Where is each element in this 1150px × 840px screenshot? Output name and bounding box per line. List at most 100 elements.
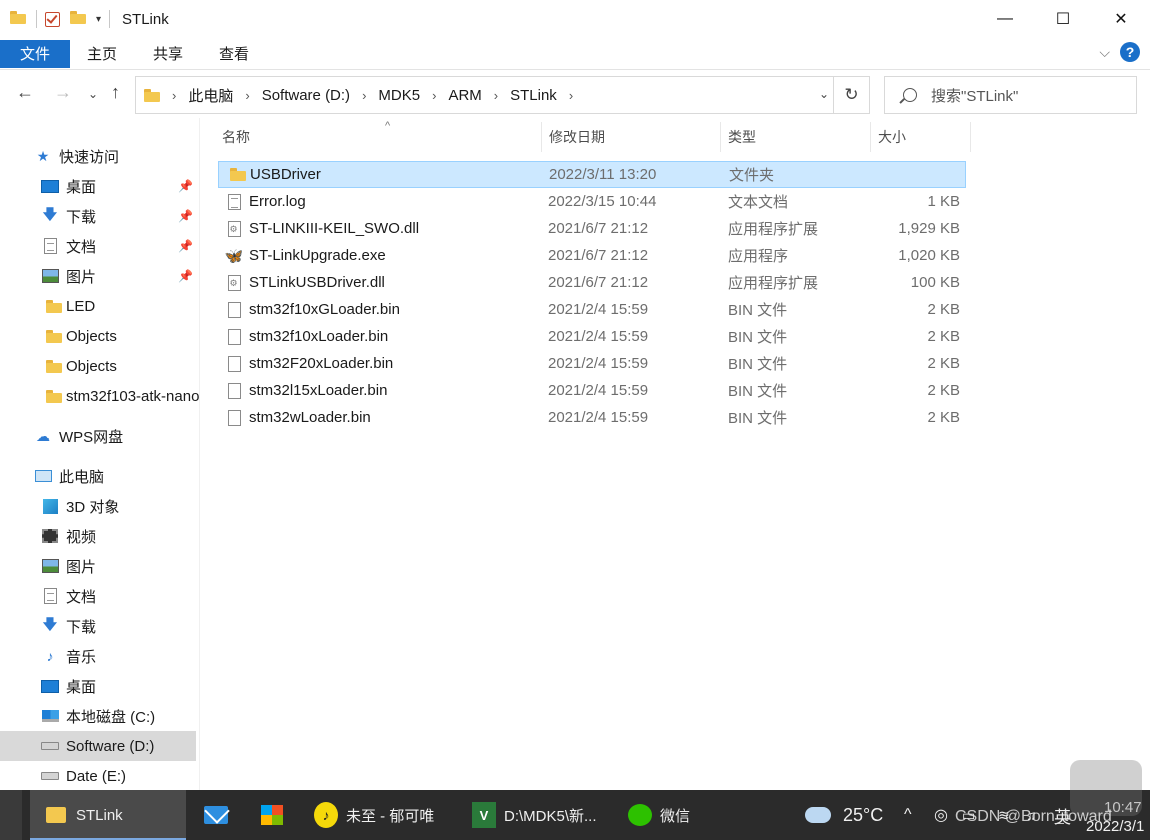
column-header-label: 修改日期 [549,129,605,145]
pin-icon[interactable]: 📌 [178,209,193,223]
sidebar-item-music[interactable]: ♪ 音乐 [0,641,196,671]
customize-dropdown-icon[interactable]: ▾ [96,14,101,25]
breadcrumb-separator-icon[interactable]: › [362,88,366,103]
breadcrumb-item[interactable]: MDK5 [378,87,420,104]
file-row-stm32l15xloader-bin[interactable]: stm32l15xLoader.bin 2021/2/4 15:59 BIN 文… [218,377,966,404]
file-row-stlinkusbdriver-dll[interactable]: STLinkUSBDriver.dll 2021/6/7 21:12 应用程序扩… [218,269,966,296]
sidebar-item-software-d[interactable]: Software (D:) [0,731,196,761]
address-bar[interactable]: › 此电脑 › Software (D:) › MDK5 › ARM › STL… [135,76,870,114]
properties-check-icon[interactable] [45,11,60,27]
file-row-st-linkupgrade-exe[interactable]: 🦋 ST-LinkUpgrade.exe 2021/6/7 21:12 应用程序… [218,242,966,269]
search-box[interactable]: 搜索"STLink" [884,76,1137,114]
sidebar-item-downloads[interactable]: 🡇 下载 [0,611,196,641]
maximize-button[interactable]: ☐ [1034,0,1092,38]
sidebar-item-stm32f103-atk-nano[interactable]: stm32f103-atk-nano [0,381,199,411]
weather-widget[interactable]: 25°C [805,790,883,840]
file-row-error-log[interactable]: Error.log 2022/3/15 10:44 文本文档 1 KB [218,188,966,215]
sidebar-item-documents[interactable]: 文档 [0,581,196,611]
file-type: 文本文档 [728,194,789,211]
file-row-usbdriver[interactable]: USBDriver 2022/3/11 13:20 文件夹 [218,161,966,188]
help-icon[interactable]: ? [1120,42,1140,62]
sidebar-item-3d-objects[interactable]: 3D 对象 [0,491,196,521]
tray-app-icon[interactable]: ◎ [934,790,948,840]
file-type: BIN 文件 [728,302,788,319]
sidebar-item-wps-drive[interactable]: ☁ WPS网盘 [0,421,196,451]
taskbar-app-keil[interactable]: V D:\MDK5\新... [466,790,614,840]
file-row-stm32wloader-bin[interactable]: stm32wLoader.bin 2021/2/4 15:59 BIN 文件 2… [218,404,966,431]
sidebar-item-pictures[interactable]: 图片 📌 [0,261,196,291]
folder-icon[interactable] [10,11,26,27]
sidebar-item-pictures[interactable]: 图片 [0,551,196,581]
breadcrumb-separator-icon[interactable]: › [172,88,176,103]
sidebar-item-label: 图片 [66,558,97,576]
new-folder-icon[interactable] [70,11,86,27]
tab-share[interactable]: 共享 [136,40,200,68]
address-history-chevron-icon[interactable]: ⌄ [819,87,829,101]
column-header-name[interactable]: ^ 名称 [214,120,541,152]
back-arrow-icon[interactable]: ← [16,82,34,103]
breadcrumb-item[interactable]: STLink [510,87,557,104]
sidebar-item-desktop[interactable]: 桌面 📌 [0,171,196,201]
taskbar-app-music[interactable]: ♪ 未至 - 郁可唯 [306,790,458,840]
file-row-stm32f10xgloader-bin[interactable]: stm32f10xGLoader.bin 2021/2/4 15:59 BIN … [218,296,966,323]
breadcrumb-separator-icon[interactable]: › [494,88,498,103]
expand-ribbon-icon[interactable]: ⌵ [1099,44,1110,61]
breadcrumb-item[interactable]: Software (D:) [262,87,350,104]
watermark-text: CSDN @Born_toward [955,808,1112,825]
folder-icon [41,358,62,374]
column-header-size[interactable]: 大小 [870,122,970,152]
file-date: 2021/6/7 21:12 [548,274,649,291]
breadcrumb-separator-icon[interactable]: › [245,88,249,103]
sidebar-item-desktop[interactable]: 桌面 [0,671,196,701]
sidebar-item-downloads[interactable]: 🡇 下载 📌 [0,201,196,231]
sidebar-item-led[interactable]: LED [0,291,196,321]
minimize-button[interactable]: — [976,0,1034,38]
taskbar-app-store[interactable] [250,790,294,840]
taskbar-app-explorer[interactable]: STLink [30,790,186,840]
file-size: 100 KB [910,274,960,291]
cloud-icon: ☁ [36,427,50,444]
breadcrumb-item[interactable]: ARM [448,87,481,104]
forward-arrow-icon[interactable]: → [54,82,72,103]
tab-view[interactable]: 查看 [202,40,266,68]
file-type: 应用程序扩展 [728,275,819,292]
tab-file[interactable]: 文件 [0,39,70,68]
sidebar-item-quick-access[interactable]: ★ 快速访问 [0,141,196,171]
column-header-type[interactable]: 类型 [720,122,870,152]
file-row-stlinkiii-keil-swo-dll[interactable]: ST-LINKIII-KEIL_SWO.dll 2021/6/7 21:12 应… [218,215,966,242]
quick-access-toolbar: ▾ [0,0,118,38]
breadcrumb-item[interactable]: 此电脑 [188,85,233,106]
file-row-stm32f20xloader-bin[interactable]: stm32F20xLoader.bin 2021/2/4 15:59 BIN 文… [218,350,966,377]
sidebar-item-date-e[interactable]: Date (E:) [0,761,196,790]
pin-icon[interactable]: 📌 [178,239,193,253]
sidebar-item-documents[interactable]: 文档 📌 [0,231,196,261]
file-date: 2022/3/11 13:20 [549,166,657,183]
tray-overflow-chevron-icon[interactable]: ^ [904,790,912,840]
sidebar-item-this-pc[interactable]: 此电脑 [0,461,196,491]
taskbar-app-wechat[interactable]: 微信 [622,790,732,840]
recent-locations-chevron-icon[interactable]: ⌄ [88,87,98,101]
pin-icon[interactable]: 📌 [178,269,193,283]
exe-icon: 🦋 [224,247,244,265]
pin-icon[interactable]: 📌 [178,179,193,193]
file-row-stm32f10xloader-bin[interactable]: stm32f10xLoader.bin 2021/2/4 15:59 BIN 文… [218,323,966,350]
taskbar-app-mail[interactable] [194,790,238,840]
breadcrumb-separator-icon[interactable]: › [569,88,573,103]
sidebar-item-objects[interactable]: Objects [0,351,196,381]
sidebar-item-videos[interactable]: 视频 [0,521,196,551]
folder-icon [144,88,160,102]
refresh-icon[interactable]: ↻ [833,77,869,113]
window-controls: — ☐ ✕ [976,0,1150,38]
store-icon [260,803,284,827]
tab-home[interactable]: 主页 [70,40,134,68]
breadcrumb-separator-icon[interactable]: › [432,88,436,103]
column-header-date[interactable]: 修改日期 [541,122,720,152]
sidebar-item-objects[interactable]: Objects [0,321,196,351]
sidebar-item-label: 图片 [66,268,97,286]
sidebar-item-label: 3D 对象 [66,498,120,516]
sidebar-item-local-disk-c[interactable]: 本地磁盘 (C:) [0,701,196,731]
up-arrow-icon[interactable]: ↑ [111,82,120,103]
close-button[interactable]: ✕ [1092,0,1150,38]
column-separator[interactable] [970,122,971,152]
show-desktop-edge[interactable] [0,790,22,840]
